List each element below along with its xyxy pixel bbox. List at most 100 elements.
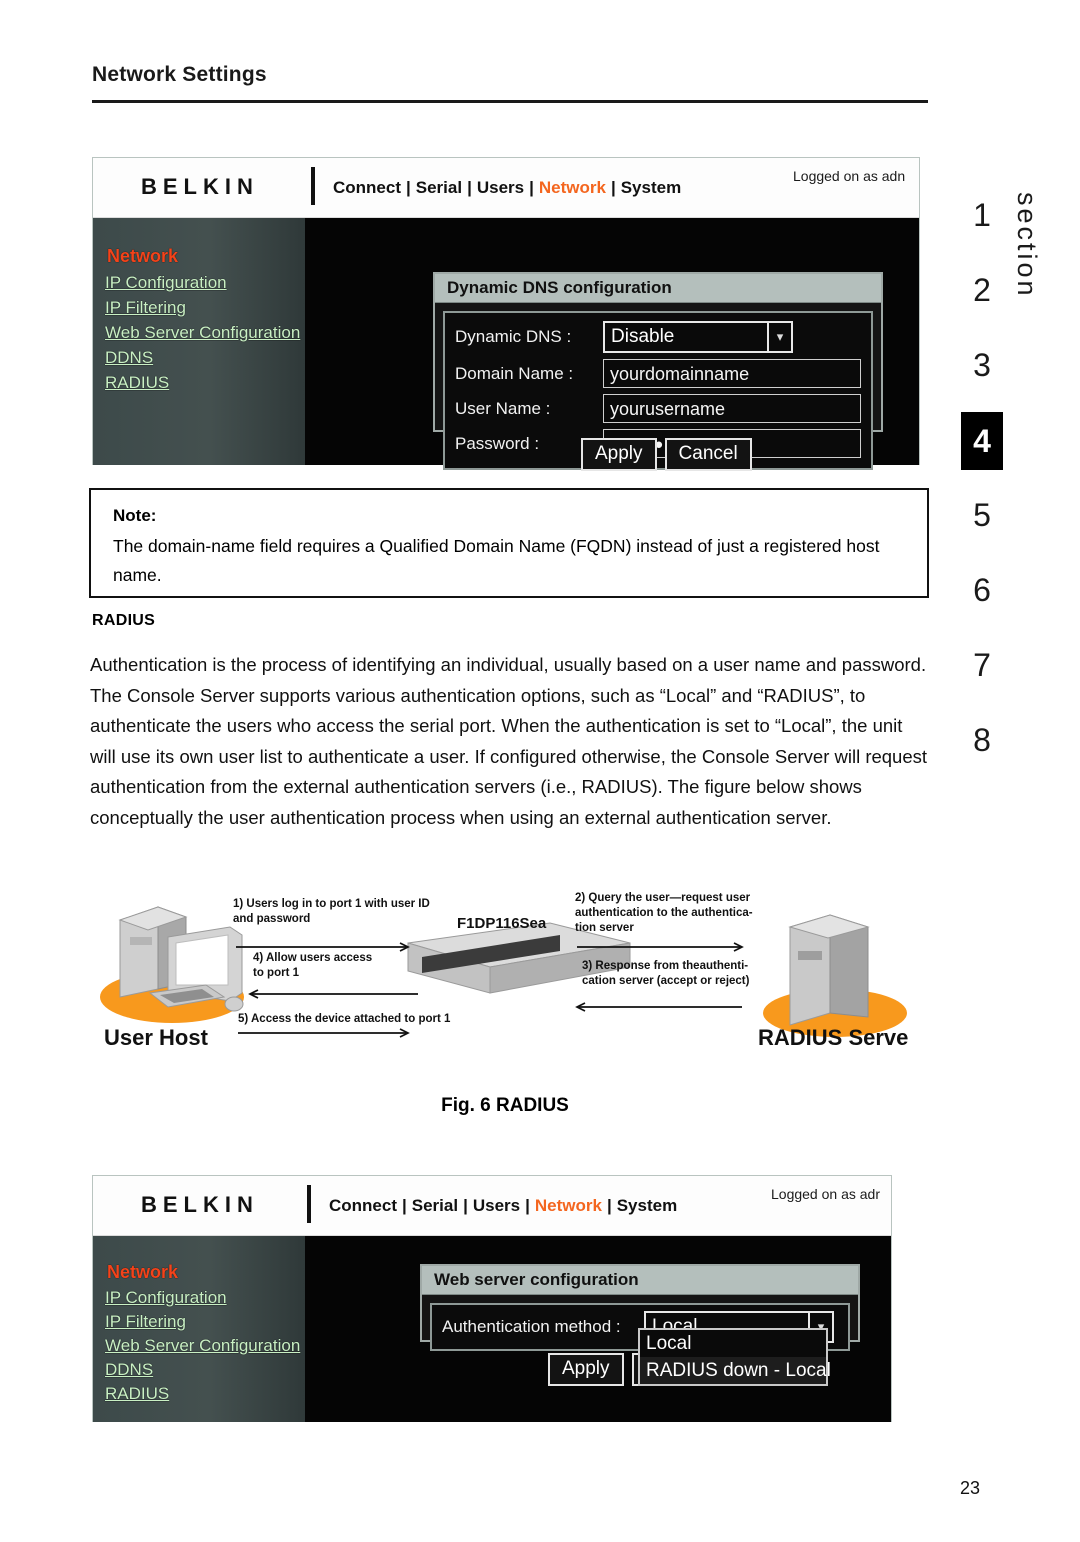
server-drive-slot	[798, 951, 822, 960]
nav-item-connect[interactable]: Connect	[333, 178, 401, 197]
monitor-screen	[175, 934, 229, 986]
step-1-line-1: 1) Users log in to port 1 with user ID	[233, 898, 430, 910]
domain-name-input[interactable]: yourdomainname	[603, 359, 861, 388]
note-label: Note:	[113, 506, 157, 525]
radius-body-text: Authentication is the process of identif…	[90, 654, 928, 828]
apply-button[interactable]: Apply	[581, 438, 657, 471]
user-name-input[interactable]: yourusername	[603, 394, 861, 423]
user-host-label: User Host	[104, 1025, 208, 1050]
title-rule	[92, 100, 928, 103]
radius-heading: RADIUS	[92, 612, 156, 629]
nav-item-network[interactable]: Network	[539, 178, 606, 197]
apply-button-2[interactable]: Apply	[548, 1353, 624, 1386]
sidebar-heading-network: Network	[107, 246, 179, 266]
sidebar2-heading-network: Network	[107, 1262, 179, 1282]
nav-separator: |	[406, 178, 411, 197]
nav2-item-serial[interactable]: Serial	[412, 1196, 458, 1215]
step-2-label: 2) Query the user—request user authentic…	[575, 891, 765, 936]
logo-divider	[311, 167, 315, 205]
app-topbar: BELKIN Connect | Serial | Users | Network | Syst…	[93, 158, 919, 218]
sidebar-item-ddns[interactable]: DDNS	[105, 348, 153, 368]
tower-drive-slot	[130, 937, 152, 945]
field-row-dynamic-dns: Dynamic DNS : Disable ▾	[455, 321, 861, 353]
nav-item-serial[interactable]: Serial	[416, 178, 462, 197]
section-rail: section 1 2 3 4 5 6 7 8	[955, 180, 1065, 780]
nav-separator: |	[467, 178, 472, 197]
dropdown-option-local[interactable]: Local	[640, 1330, 826, 1357]
step-5-line-1: 5) Access the device attached to port 1	[238, 1013, 451, 1025]
dynamic-dns-select[interactable]: Disable ▾	[603, 321, 793, 353]
cancel-button[interactable]: Cancel	[664, 438, 752, 471]
sidebar2-item-radius[interactable]: RADIUS	[105, 1384, 169, 1404]
step-2-line-3: tion server	[575, 922, 634, 934]
sidebar2-item-ip-filtering[interactable]: IP Filtering	[105, 1312, 186, 1332]
sidebar-2: Network IP Configuration IP Filtering We…	[93, 1236, 305, 1422]
sidebar2-item-web-server-configuration[interactable]: Web Server Configuration	[105, 1336, 300, 1356]
nav2-separator: |	[525, 1196, 530, 1215]
radius-server-label: RADIUS Serve	[758, 1025, 909, 1050]
logged-on-status-2: Logged on as adr	[771, 1186, 880, 1202]
step-4-line-2: to port 1	[253, 967, 299, 979]
chevron-down-icon[interactable]: ▾	[767, 323, 791, 351]
sidebar2-item-ip-configuration[interactable]: IP Configuration	[105, 1288, 227, 1308]
authentication-method-dropdown-list[interactable]: Local RADIUS down - Local	[638, 1328, 831, 1386]
page-number: 23	[960, 1478, 981, 1498]
nav-separator: |	[610, 178, 616, 197]
nav2-separator: |	[606, 1196, 612, 1215]
nav-item-system[interactable]: System	[621, 178, 681, 197]
step-4-label: 4) Allow users access to port 1	[253, 951, 433, 981]
arrow-step3	[575, 1002, 742, 1012]
arrow-step1	[236, 942, 410, 952]
step-5-label: 5) Access the device attached to port 1	[238, 1012, 498, 1027]
section-tab-8[interactable]: 8	[963, 715, 1001, 765]
field-label-dynamic-dns: Dynamic DNS :	[455, 327, 572, 346]
main-nav-2: Connect | Serial | Users | Network | System	[329, 1196, 677, 1216]
field-label-authentication-method: Authentication method :	[442, 1317, 621, 1336]
step-3-line-2: cation server (accept or reject)	[582, 975, 750, 987]
dropdown-option-radius-down-local[interactable]: RADIUS down - Local	[640, 1357, 831, 1384]
nav2-item-users[interactable]: Users	[473, 1196, 520, 1215]
field-row-domain-name: Domain Name : yourdomainname	[455, 359, 861, 388]
step-4-line-1: 4) Allow users access	[253, 952, 373, 964]
radius-figure: 1) Users log in to port 1 with user ID a…	[90, 885, 935, 1070]
section-tab-3[interactable]: 3	[963, 340, 1001, 390]
dynamic-dns-value: Disable	[611, 326, 675, 347]
app-body: Network IP Configuration IP Filtering We…	[93, 218, 919, 471]
section-tab-6[interactable]: 6	[963, 565, 1001, 615]
sidebar-item-ip-filtering[interactable]: IP Filtering	[105, 298, 186, 318]
step-1-line-2: and password	[233, 913, 311, 925]
arrow-step4	[248, 989, 418, 999]
logo-divider-2	[307, 1185, 311, 1223]
section-tab-7[interactable]: 7	[963, 640, 1001, 690]
section-label: section	[1012, 192, 1042, 299]
screenshot-dynamic-dns: BELKIN Connect | Serial | Users | Network | Syst…	[92, 157, 920, 471]
nav2-separator: |	[463, 1196, 468, 1215]
panel-title: Dynamic DNS configuration	[435, 274, 881, 303]
step-1-label: 1) Users log in to port 1 with user ID a…	[233, 897, 443, 927]
nav2-item-system[interactable]: System	[617, 1196, 677, 1215]
nav2-separator: |	[402, 1196, 407, 1215]
device-model-label: F1DP116Sea	[457, 915, 547, 932]
section-tab-1[interactable]: 1	[963, 190, 1001, 240]
nav2-item-connect[interactable]: Connect	[329, 1196, 397, 1215]
nav2-item-network[interactable]: Network	[535, 1196, 602, 1215]
main-nav: Connect | Serial | Users | Network | System	[333, 178, 681, 198]
field-row-user-name: User Name : yourusername	[455, 394, 861, 423]
belkin-logo-2: BELKIN	[141, 1192, 259, 1217]
screenshot-web-server-config: BELKIN Connect | Serial | Users | Network | Syst…	[92, 1175, 892, 1422]
sidebar-item-ip-configuration[interactable]: IP Configuration	[105, 273, 227, 293]
app-topbar-2: BELKIN Connect | Serial | Users | Network | Syst…	[93, 1176, 891, 1236]
section-tab-2[interactable]: 2	[963, 265, 1001, 315]
sidebar-item-web-server-configuration[interactable]: Web Server Configuration	[105, 323, 300, 343]
section-tab-4[interactable]: 4	[961, 412, 1003, 470]
app-body-2: Network IP Configuration IP Filtering We…	[93, 1236, 891, 1422]
logged-on-status: Logged on as adn	[793, 168, 906, 184]
nav-item-users[interactable]: Users	[477, 178, 524, 197]
section-tab-5[interactable]: 5	[963, 490, 1001, 540]
dynamic-dns-panel: Dynamic DNS configuration Dynamic DNS : …	[433, 272, 883, 470]
sidebar-item-radius[interactable]: RADIUS	[105, 373, 169, 393]
sidebar2-item-ddns[interactable]: DDNS	[105, 1360, 153, 1380]
sidebar: Network IP Configuration IP Filtering We…	[93, 218, 305, 465]
field-label-user-name: User Name :	[455, 398, 551, 418]
note-text: The domain-name field requires a Qualifi…	[113, 536, 880, 585]
